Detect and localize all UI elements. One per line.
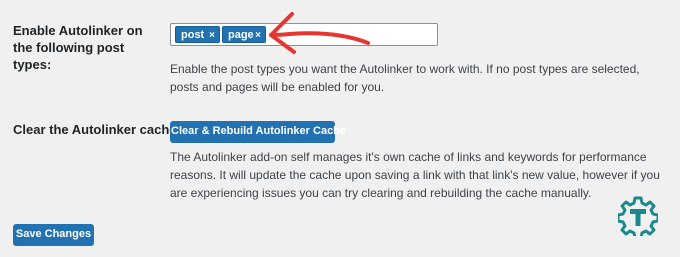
post-types-description: Enable the post types you want the Autol… xyxy=(170,62,640,94)
clear-rebuild-cache-button[interactable]: Clear & Rebuild Autolinker Cache xyxy=(170,121,346,143)
cache-label: Clear the Autolinker cache? xyxy=(13,122,185,137)
gear-t-logo-icon xyxy=(618,196,658,236)
cache-description: The Autolinker add-on self manages it's … xyxy=(170,150,660,200)
save-changes-button[interactable]: Save Changes xyxy=(13,224,94,246)
